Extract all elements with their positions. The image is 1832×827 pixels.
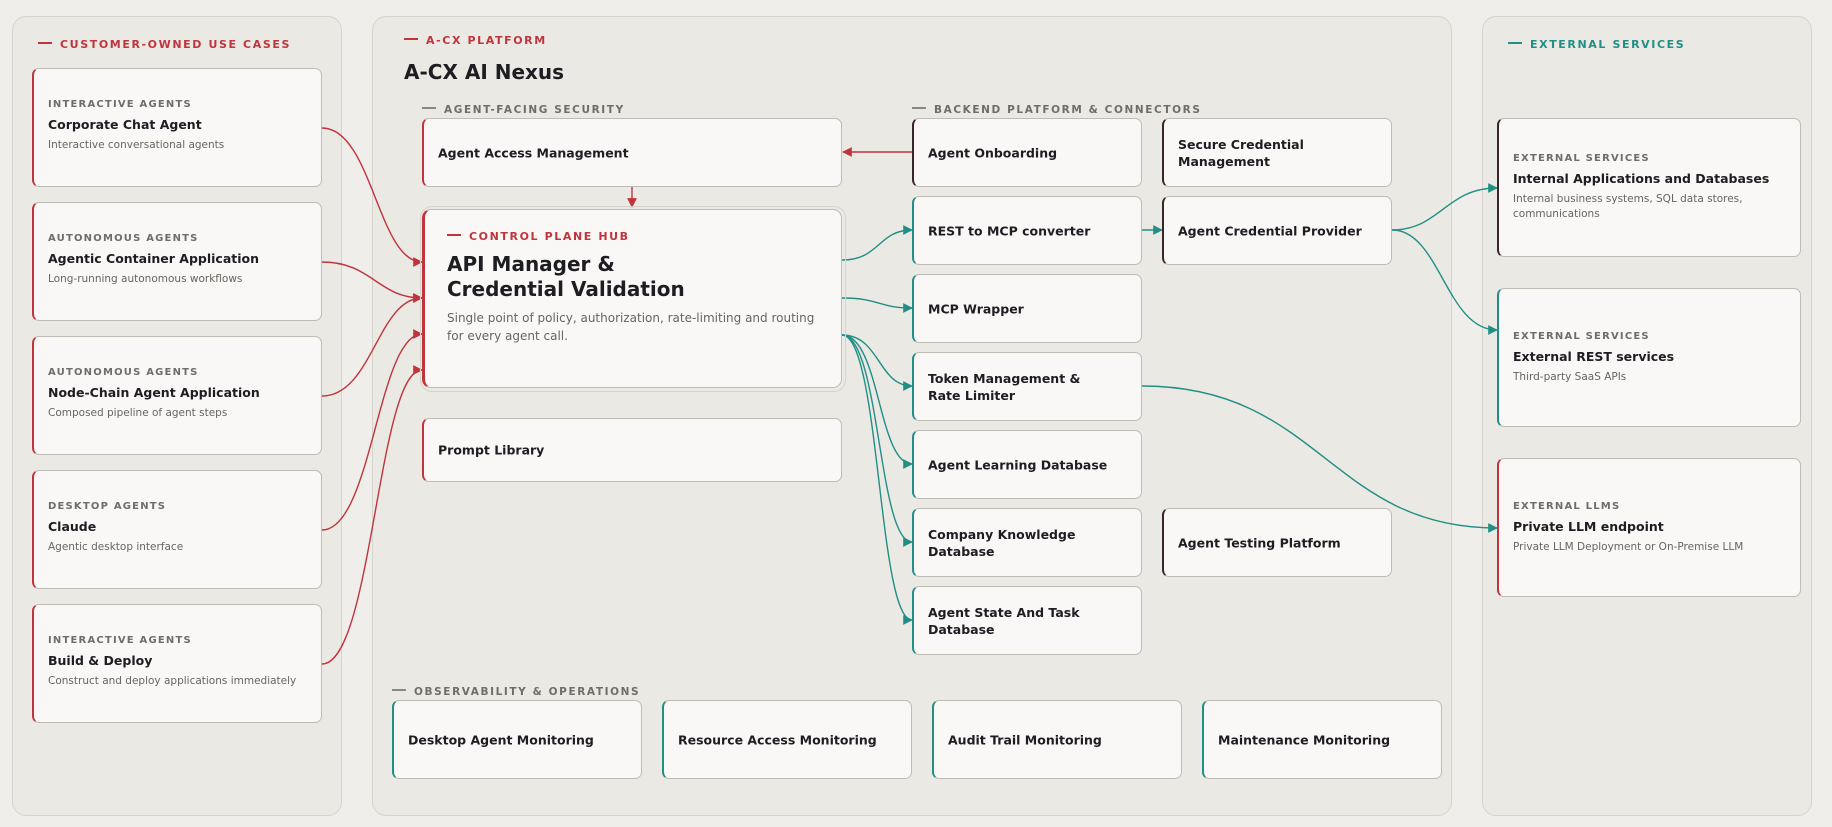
use-case-card-build-deploy[interactable]: INTERACTIVE AGENTS Build & Deploy Constr… bbox=[32, 604, 322, 723]
card-kicker: EXTERNAL LLMS bbox=[1513, 501, 1621, 512]
box-label: Prompt Library bbox=[438, 442, 545, 458]
hub-kicker-text: CONTROL PLANE HUB bbox=[469, 230, 630, 243]
link-hub-to-rest-mcp bbox=[841, 225, 913, 261]
prompt-library-box[interactable]: Prompt Library bbox=[422, 418, 842, 482]
card-title: Claude bbox=[48, 519, 97, 534]
card-description: Construct and deploy applications immedi… bbox=[48, 675, 297, 687]
agent-onboarding-box[interactable]: Agent Onboarding bbox=[912, 118, 1142, 187]
card-title: Private LLM endpoint bbox=[1513, 519, 1664, 534]
agent-state-db-box[interactable]: Agent State And Task Database bbox=[912, 586, 1142, 655]
box-label: Agent Learning Database bbox=[928, 457, 1108, 472]
external-services-label: EXTERNAL SERVICES bbox=[1508, 38, 1685, 51]
link-claude-to-hub bbox=[321, 329, 423, 531]
platform-label-text: A-CX PLATFORM bbox=[426, 34, 547, 47]
card-description: Private LLM Deployment or On-Premise LLM bbox=[1513, 541, 1744, 553]
box-label: Audit Trail Monitoring bbox=[948, 732, 1102, 747]
token-management-box[interactable]: Token Management & Rate Limiter bbox=[912, 352, 1142, 421]
link-token-to-llm bbox=[1141, 385, 1498, 533]
box-label: Company Knowledge Database bbox=[928, 526, 1076, 559]
maintenance-monitoring-box[interactable]: Maintenance Monitoring bbox=[1202, 700, 1442, 779]
card-kicker: DESKTOP AGENTS bbox=[48, 501, 167, 512]
hub-title: API Manager & Credential Validation bbox=[447, 252, 685, 301]
box-label: REST to MCP converter bbox=[928, 223, 1091, 238]
use-case-card-agentic-container[interactable]: AUTONOMOUS AGENTS Agentic Container Appl… bbox=[32, 202, 322, 321]
card-description: Long-running autonomous workflows bbox=[48, 273, 243, 285]
card-kicker: EXTERNAL SERVICES bbox=[1513, 331, 1650, 342]
card-description: Interactive conversational agents bbox=[48, 139, 225, 151]
box-label: Resource Access Monitoring bbox=[678, 732, 877, 747]
observability-section-label: OBSERVABILITY & OPERATIONS bbox=[392, 686, 640, 698]
card-title: External REST services bbox=[1513, 349, 1675, 364]
card-description: Agentic desktop interface bbox=[48, 541, 184, 553]
card-title: Node-Chain Agent Application bbox=[48, 385, 260, 400]
external-card-private-llm[interactable]: EXTERNAL LLMS Private LLM endpoint Priva… bbox=[1497, 458, 1801, 597]
company-knowledge-db-box[interactable]: Company Knowledge Database bbox=[912, 508, 1142, 577]
card-kicker: AUTONOMOUS AGENTS bbox=[48, 233, 199, 244]
link-hub-to-state bbox=[841, 334, 913, 625]
link-build-to-hub bbox=[321, 365, 423, 665]
link-provider-to-internal-apps bbox=[1391, 183, 1498, 231]
box-label: Maintenance Monitoring bbox=[1218, 732, 1391, 747]
card-description: Composed pipeline of agent steps bbox=[48, 407, 228, 419]
platform-title: A-CX AI Nexus bbox=[404, 60, 565, 84]
card-kicker: EXTERNAL SERVICES bbox=[1513, 153, 1650, 164]
external-services-label-text: EXTERNAL SERVICES bbox=[1530, 38, 1686, 51]
link-hub-to-mcp-wrapper bbox=[841, 297, 913, 313]
box-label: Desktop Agent Monitoring bbox=[408, 732, 594, 747]
link-provider-to-external-rest bbox=[1391, 229, 1498, 335]
box-label: Agent Onboarding bbox=[928, 145, 1058, 160]
card-kicker: INTERACTIVE AGENTS bbox=[48, 635, 192, 646]
secure-credential-box[interactable]: Secure Credential Management bbox=[1162, 118, 1392, 187]
external-card-internal-apps[interactable]: EXTERNAL SERVICES Internal Applications … bbox=[1497, 118, 1801, 257]
card-title: Internal Applications and Databases bbox=[1513, 171, 1770, 186]
resource-access-monitoring-box[interactable]: Resource Access Monitoring bbox=[662, 700, 912, 779]
card-description: Third-party SaaS APIs bbox=[1513, 371, 1627, 383]
box-label: Agent State And Task Database bbox=[928, 604, 1080, 637]
use-case-card-claude[interactable]: DESKTOP AGENTS Claude Agentic desktop in… bbox=[32, 470, 322, 589]
link-nodechain-to-hub bbox=[321, 293, 423, 397]
box-label: Token Management & Rate Limiter bbox=[928, 370, 1081, 403]
agent-credential-provider-box[interactable]: Agent Credential Provider bbox=[1162, 196, 1392, 265]
box-label: MCP Wrapper bbox=[928, 301, 1024, 316]
external-card-rest-services[interactable]: EXTERNAL SERVICES External REST services… bbox=[1497, 288, 1801, 427]
hub-kicker: CONTROL PLANE HUB bbox=[447, 230, 630, 243]
platform-label: A-CX PLATFORM bbox=[404, 34, 547, 47]
backend-section-label: BACKEND PLATFORM & CONNECTORS bbox=[912, 104, 1201, 116]
api-manager-hub[interactable]: CONTROL PLANE HUB API Manager & Credenti… bbox=[422, 209, 842, 388]
customer-use-cases-label: CUSTOMER-OWNED USE CASES bbox=[38, 38, 291, 51]
box-label: Secure Credential Management bbox=[1178, 136, 1304, 169]
agent-testing-platform-box[interactable]: Agent Testing Platform bbox=[1162, 508, 1392, 577]
link-hub-to-knowledge bbox=[841, 334, 913, 547]
agent-learning-db-box[interactable]: Agent Learning Database bbox=[912, 430, 1142, 499]
use-case-card-corporate-chat[interactable]: INTERACTIVE AGENTS Corporate Chat Agent … bbox=[32, 68, 322, 187]
rest-to-mcp-box[interactable]: REST to MCP converter bbox=[912, 196, 1142, 265]
card-kicker: INTERACTIVE AGENTS bbox=[48, 99, 192, 110]
use-case-card-node-chain[interactable]: AUTONOMOUS AGENTS Node-Chain Agent Appli… bbox=[32, 336, 322, 455]
desktop-agent-monitoring-box[interactable]: Desktop Agent Monitoring bbox=[392, 700, 642, 779]
card-title: Agentic Container Application bbox=[48, 251, 259, 266]
hub-description: Single point of policy, authorization, r… bbox=[447, 311, 815, 343]
audit-trail-monitoring-box[interactable]: Audit Trail Monitoring bbox=[932, 700, 1182, 779]
box-label: Agent Credential Provider bbox=[1178, 223, 1362, 238]
card-description: Internal business systems, SQL data stor… bbox=[1513, 193, 1743, 220]
backend-section-label-text: BACKEND PLATFORM & CONNECTORS bbox=[934, 104, 1202, 116]
link-container-to-hub bbox=[321, 261, 423, 303]
card-title: Build & Deploy bbox=[48, 653, 153, 668]
mcp-wrapper-box[interactable]: MCP Wrapper bbox=[912, 274, 1142, 343]
box-label: Agent Testing Platform bbox=[1178, 535, 1341, 550]
link-hub-to-learning bbox=[841, 334, 913, 469]
card-kicker: AUTONOMOUS AGENTS bbox=[48, 367, 199, 378]
link-chat-to-hub bbox=[321, 127, 423, 267]
security-section-label-text: AGENT-FACING SECURITY bbox=[444, 104, 625, 116]
agent-access-management-box[interactable]: Agent Access Management bbox=[422, 118, 842, 187]
card-title: Corporate Chat Agent bbox=[48, 117, 202, 132]
box-label: Agent Access Management bbox=[438, 145, 629, 160]
customer-use-cases-label-text: CUSTOMER-OWNED USE CASES bbox=[60, 38, 291, 51]
security-section-label: AGENT-FACING SECURITY bbox=[422, 104, 625, 116]
observability-section-label-text: OBSERVABILITY & OPERATIONS bbox=[414, 686, 641, 698]
